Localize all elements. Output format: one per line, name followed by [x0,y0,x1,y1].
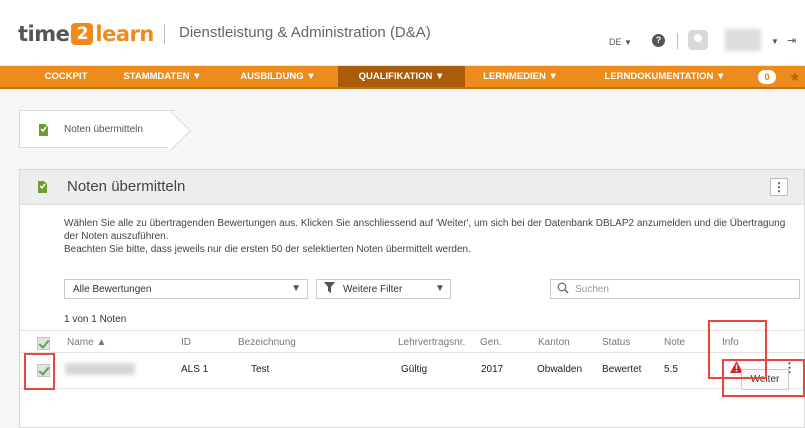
instructions-text: Wählen Sie alle zu übertragenden Bewertu… [64,217,800,256]
highlight-weiter-button [722,359,805,397]
logo-learn: learn [95,22,154,46]
divider [20,330,804,331]
user-menu-chevron-icon[interactable]: ▼ [771,37,779,46]
nav-item-cockpit[interactable]: COCKPIT [31,66,101,87]
column-header-id[interactable]: ID [181,337,191,348]
nav-item-stammdaten[interactable]: STAMMDATEN ▼ [106,66,219,87]
column-header-kanton[interactable]: Kanton [538,337,570,348]
column-header-bezeichnung[interactable]: Bezeichnung [238,337,296,348]
highlight-row-checkbox [24,353,55,390]
logout-icon[interactable]: ⇥ [787,34,796,47]
search-icon [557,282,569,297]
search-input[interactable] [575,282,775,296]
panel-menu-button[interactable]: ⋮ [770,178,788,196]
more-filter-button[interactable]: Weitere Filter ▼ [316,279,451,299]
column-header-status[interactable]: Status [602,337,630,348]
logo-time: time [18,22,70,46]
divider [20,352,804,353]
column-header-name[interactable]: Name ▲ [67,337,106,348]
header-divider-2 [677,33,678,49]
chevron-down-icon: ▼ [624,38,632,47]
logo-two: 2 [71,23,94,45]
breadcrumb[interactable]: Noten übermitteln [19,110,175,148]
panel-title: Noten übermitteln [67,178,186,195]
user-name-redacted[interactable] [725,29,761,51]
search-field[interactable] [550,279,800,299]
avatar-icon[interactable] [688,30,708,50]
chevron-down-icon: ▼ [435,283,445,294]
notification-count-badge[interactable]: 0 [758,70,776,84]
select-all-checkbox[interactable] [37,337,50,350]
divider [20,388,804,389]
document-icon [37,181,48,196]
header-divider [164,24,165,44]
app-logo[interactable]: time 2 learn [18,22,154,46]
top-header: time 2 learn Dienstleistung & Administra… [0,0,805,66]
app-title: Dienstleistung & Administration (D&A) [179,24,431,41]
language-label: DE [609,37,622,47]
language-selector[interactable]: DE ▼ [609,37,632,47]
nav-item-qualifikation[interactable]: QUALIFIKATION ▼ [338,66,465,87]
row-status: Bewertet [602,364,642,375]
column-header-note[interactable]: Note [664,337,685,348]
help-icon[interactable]: ? [652,34,665,47]
row-name-redacted [65,363,135,375]
filter-icon [324,282,335,296]
panel-header: Noten übermitteln ⋮ [20,170,804,205]
instructions-line-2: Beachten Sie bitte, dass jeweils nur die… [64,244,471,255]
star-icon[interactable]: ★ [789,69,801,85]
nav-item-lernmedien[interactable]: LERNMEDIEN ▼ [468,66,573,87]
row-id: ALS 1 [181,364,209,375]
row-note: 5.5 [664,364,678,375]
row-kanton: Obwalden [537,364,583,375]
document-icon [38,124,49,139]
bewertungen-select-value: Alle Bewertungen [73,284,152,295]
main-nav: COCKPIT STAMMDATEN ▼ AUSBILDUNG ▼ QUALIF… [0,66,805,89]
noten-panel: Noten übermitteln ⋮ Wählen Sie alle zu ü… [19,169,805,428]
column-header-lehrvertragsnr[interactable]: Lehrvertragsnr. [398,337,465,348]
nav-item-ausbildung[interactable]: AUSBILDUNG ▼ [222,66,334,87]
column-header-gen[interactable]: Gen. [480,337,502,348]
nav-item-lerndokumentation[interactable]: LERNDOKUMENTATION ▼ [590,66,740,87]
bewertungen-select[interactable]: Alle Bewertungen ▼ [64,279,308,299]
more-filter-label: Weitere Filter [343,284,403,295]
row-lehrvertragsnr: Gültig [401,364,428,375]
result-count: 1 von 1 Noten [64,314,127,325]
breadcrumb-label: Noten übermitteln [64,124,143,135]
instructions-line-1: Wählen Sie alle zu übertragenden Bewertu… [64,218,786,242]
chevron-down-icon: ▼ [291,283,301,294]
row-gen: 2017 [481,364,504,375]
row-bezeichnung: Test [251,364,270,375]
